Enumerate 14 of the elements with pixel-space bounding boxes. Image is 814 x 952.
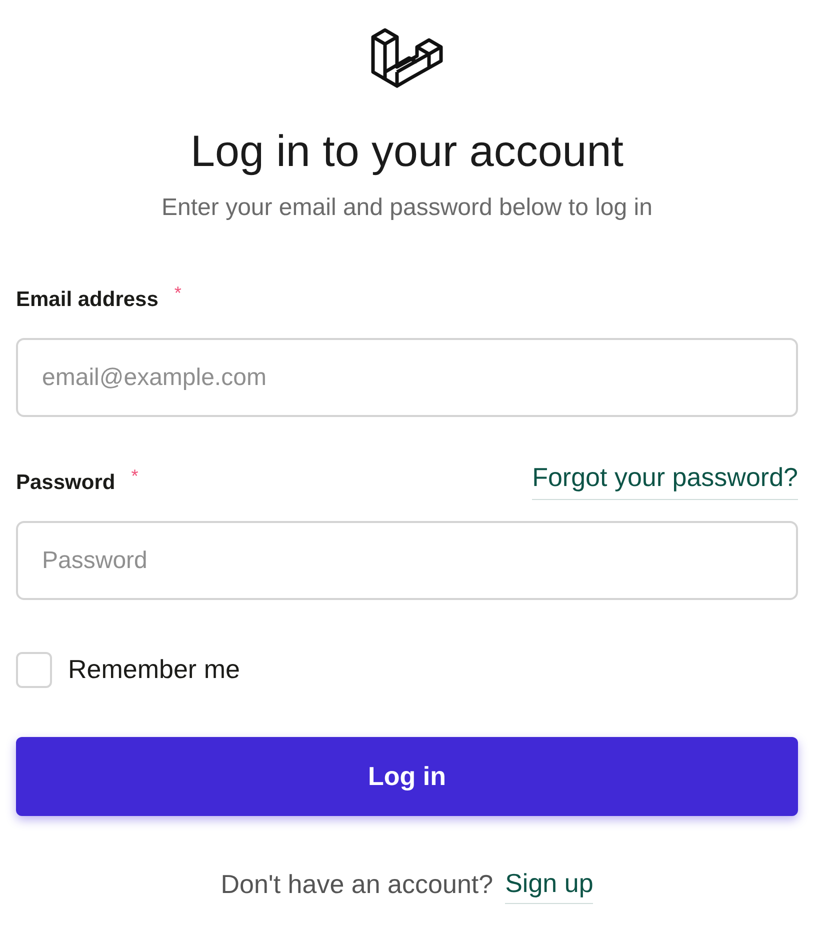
field-label: Email address	[16, 286, 158, 312]
required-mark: *	[174, 284, 182, 302]
remember-label: Remember me	[68, 653, 240, 686]
page-subtitle: Enter your email and password below to log in	[160, 193, 654, 223]
page-title: Log in to your account	[190, 126, 624, 178]
signup-prompt: Don't have an account?	[220, 868, 494, 900]
field-label: Password	[16, 470, 116, 496]
signup-link[interactable]: Sign up	[505, 864, 594, 904]
required-mark: *	[131, 466, 138, 484]
input-field[interactable]: Password	[16, 521, 798, 600]
login-button[interactable]: Log in	[16, 737, 798, 816]
input-field[interactable]: email@example.com	[16, 338, 798, 417]
checkbox[interactable]	[16, 652, 52, 688]
forgot-password-link[interactable]: Forgot your password?	[532, 458, 798, 500]
